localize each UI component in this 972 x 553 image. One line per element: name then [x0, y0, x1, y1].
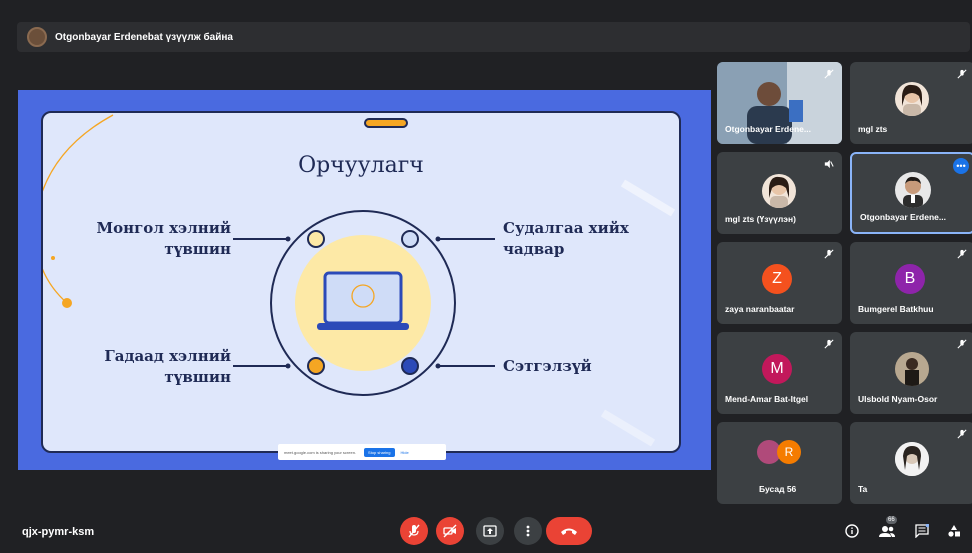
deco-dot [62, 298, 72, 308]
chat-button[interactable] [913, 522, 931, 540]
participant-tile-active[interactable]: ••• Otgonbayar Erdene... [850, 152, 972, 234]
mic-off-icon [408, 524, 420, 538]
node-bottom-left [307, 357, 325, 375]
avatar [895, 442, 929, 476]
end-call-icon [561, 528, 577, 535]
participant-tile[interactable]: mgl zts [850, 62, 972, 144]
activities-button[interactable] [945, 522, 963, 540]
present-icon [483, 525, 497, 537]
more-options-button[interactable]: ••• [953, 158, 969, 174]
mic-toggle-button[interactable] [400, 517, 428, 545]
mic-off-icon [957, 249, 967, 259]
node-bottom-right [401, 357, 419, 375]
speaker-off-icon [824, 159, 834, 169]
participant-tile[interactable]: M Mend-Amar Bat-Itgel [717, 332, 842, 414]
present-button[interactable] [476, 517, 504, 545]
participant-tile[interactable]: Otgonbayar Erdene... [717, 62, 842, 144]
participant-tile[interactable]: mgl zts (Үзүүлэн) [717, 152, 842, 234]
shared-screen: Орчуулагч Монгол хэлний түвшин Судалгаа … [18, 90, 711, 470]
people-count-badge: 66 [886, 516, 897, 524]
presenter-text: Otgonbayar Erdenebat үзүүлж байна [55, 31, 233, 43]
others-avatar: R [777, 440, 801, 464]
meeting-code: qjx-pymr-ksm [22, 526, 95, 538]
mic-off-icon [957, 339, 967, 349]
label-bottom-right: Сэтгэлзүй [503, 357, 592, 375]
mic-off-icon [957, 429, 967, 439]
people-button[interactable]: 66 [878, 516, 897, 540]
share-text: meet.google.com is sharing your screen. [284, 449, 357, 455]
activities-icon [948, 525, 960, 537]
avatar [895, 82, 929, 116]
deco-dot-small [51, 256, 55, 260]
participant-tile[interactable]: Ta [850, 422, 972, 504]
info-button[interactable] [843, 522, 861, 540]
presenter-bar: Otgonbayar Erdenebat үзүүлж байна [17, 22, 970, 52]
participant-tile[interactable]: B Bumgerel Batkhuu [850, 242, 972, 324]
avatar: Z [762, 264, 792, 294]
participant-tile[interactable]: Ulsbold Nyam-Osor [850, 332, 972, 414]
screen-share-bar: meet.google.com is sharing your screen. … [278, 444, 446, 460]
mic-off-icon [824, 249, 834, 259]
stop-sharing-button[interactable]: Stop sharing [364, 447, 395, 457]
camera-toggle-button[interactable] [436, 517, 464, 545]
label-bottom-left: Гадаад хэлний түвшин [104, 347, 231, 386]
slide-diagram [43, 114, 676, 447]
laptop-screen-icon [323, 271, 403, 325]
hide-button[interactable]: Hide [401, 450, 409, 455]
meet-window: Otgonbayar Erdenebat үзүүлж байна Орчуул… [0, 0, 972, 553]
label-top-left: Монгол хэлний түвшин [96, 219, 231, 258]
end-call-button[interactable] [546, 517, 592, 545]
others-tile[interactable]: R Бусад 56 [717, 422, 842, 504]
people-icon [879, 526, 895, 537]
mic-off-icon [824, 339, 834, 349]
more-vert-icon [526, 525, 530, 537]
deco-arc [43, 114, 114, 304]
label-top-right: Судалгаа хийх чадвар [503, 219, 629, 258]
avatar: B [895, 264, 925, 294]
avatar [895, 172, 931, 208]
participant-tile[interactable]: Z zaya naranbaatar [717, 242, 842, 324]
chat-icon [915, 524, 929, 538]
avatar [895, 352, 929, 386]
node-top-left [307, 230, 325, 248]
presenter-avatar [27, 27, 47, 47]
mic-off-icon [824, 69, 834, 79]
avatar: M [762, 354, 792, 384]
mic-off-icon [957, 69, 967, 79]
slide: Орчуулагч Монгол хэлний түвшин Судалгаа … [41, 111, 681, 453]
more-options-button[interactable] [514, 517, 542, 545]
avatar [762, 174, 796, 208]
info-icon [845, 524, 859, 538]
node-top-right [401, 230, 419, 248]
laptop-base-icon [317, 323, 409, 330]
camera-off-icon [443, 524, 457, 538]
bottom-controls: qjx-pymr-ksm 66 [0, 510, 972, 553]
